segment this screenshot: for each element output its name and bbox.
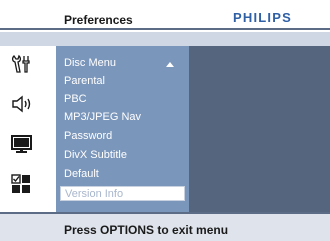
menu-item-version-info-label: Version Info bbox=[65, 188, 124, 200]
submenu-panel bbox=[189, 46, 330, 212]
menu-item-disc-menu[interactable]: Disc Menu bbox=[64, 57, 116, 70]
footer-hint: Press OPTIONS to exit menu bbox=[64, 223, 229, 237]
speaker-icon[interactable] bbox=[10, 94, 34, 114]
monitor-icon[interactable] bbox=[10, 134, 34, 154]
header-divider-strip bbox=[0, 32, 330, 46]
page-title: Preferences bbox=[64, 13, 133, 27]
menu-item-divx-subtitle[interactable]: DivX Subtitle bbox=[64, 149, 127, 162]
menu-item-pbc[interactable]: PBC bbox=[64, 93, 87, 106]
header-bar: Preferences PHILIPS bbox=[0, 0, 330, 30]
menu-item-mp3-jpeg-nav[interactable]: MP3/JPEG Nav bbox=[64, 111, 141, 124]
menu-item-default[interactable]: Default bbox=[64, 168, 99, 181]
category-icon-column bbox=[0, 46, 56, 212]
brand-logo: PHILIPS bbox=[233, 10, 292, 25]
footer-bar: Press OPTIONS to exit menu bbox=[0, 212, 330, 241]
menu-item-password[interactable]: Password bbox=[64, 130, 112, 143]
preferences-screen: Preferences PHILIPS Disc Menu Parental P… bbox=[0, 0, 330, 241]
menu-item-parental[interactable]: Parental bbox=[64, 75, 105, 88]
settings-menu-list: Disc Menu Parental PBC MP3/JPEG Nav Pass… bbox=[56, 46, 189, 212]
scroll-up-arrow-icon[interactable] bbox=[166, 62, 174, 67]
settings-tools-icon[interactable] bbox=[10, 54, 34, 74]
menu-item-version-info-selected[interactable]: Version Info bbox=[60, 186, 185, 201]
preferences-grid-icon[interactable] bbox=[10, 174, 34, 194]
